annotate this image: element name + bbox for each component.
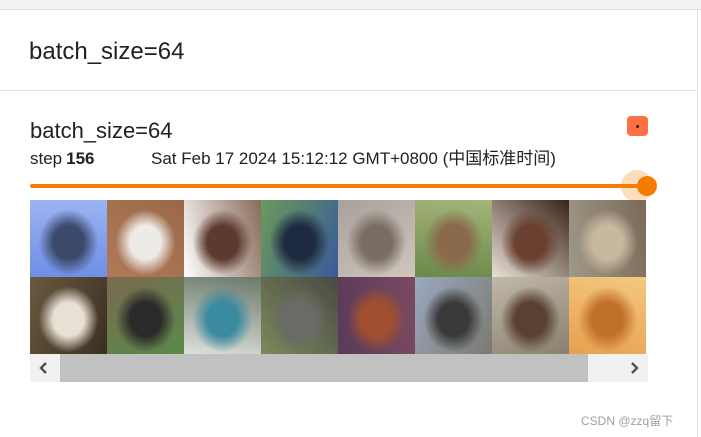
step-value: 156 bbox=[66, 149, 95, 168]
image-tile-dog bbox=[30, 277, 107, 354]
image-viewport bbox=[30, 200, 648, 354]
card-title: batch_size=64 bbox=[30, 118, 173, 143]
image-tile-horse bbox=[492, 200, 569, 277]
chevron-left-icon bbox=[39, 362, 47, 374]
image-tile-horse bbox=[338, 277, 415, 354]
image-tile-deer bbox=[415, 200, 492, 277]
timestamp: Sat Feb 17 2024 15:12:12 GMT+0800 (中国标准时… bbox=[151, 149, 556, 168]
chevron-right-icon bbox=[631, 362, 639, 374]
section-header: batch_size=64 bbox=[0, 10, 698, 91]
top-toolbar-strip bbox=[0, 0, 701, 10]
image-tile-bird bbox=[261, 277, 338, 354]
watermark: CSDN @zzq留下 bbox=[581, 414, 674, 428]
step-label: step bbox=[30, 149, 63, 168]
image-tile-horse bbox=[492, 277, 569, 354]
scrollbar-thumb[interactable] bbox=[60, 354, 588, 382]
slider-track[interactable] bbox=[30, 184, 648, 188]
image-tile-airplane bbox=[184, 277, 261, 354]
horizontal-scrollbar[interactable] bbox=[30, 354, 648, 382]
image-tile-frog bbox=[184, 200, 261, 277]
image-card: batch_size=64 step 156 Sat Feb 17 2024 15… bbox=[0, 91, 698, 437]
step-indicator: step 156 bbox=[30, 149, 95, 169]
image-tile-cat bbox=[338, 200, 415, 277]
image-tile-bird bbox=[261, 200, 338, 277]
image-tile-cat bbox=[569, 277, 646, 354]
image-tile-cat bbox=[569, 200, 646, 277]
image-tile-airplane bbox=[30, 200, 107, 277]
section-title: batch_size=64 bbox=[29, 38, 185, 65]
expand-card-button[interactable] bbox=[627, 116, 648, 136]
scroll-right-button[interactable] bbox=[620, 354, 648, 382]
slider-thumb[interactable] bbox=[637, 176, 657, 196]
scroll-left-button[interactable] bbox=[30, 354, 58, 382]
expand-icon bbox=[636, 125, 639, 128]
image-tile-truck bbox=[415, 277, 492, 354]
image-tile-cat bbox=[107, 277, 184, 354]
image-grid bbox=[30, 200, 648, 354]
step-slider[interactable] bbox=[30, 170, 657, 202]
image-tile-truck bbox=[107, 200, 184, 277]
